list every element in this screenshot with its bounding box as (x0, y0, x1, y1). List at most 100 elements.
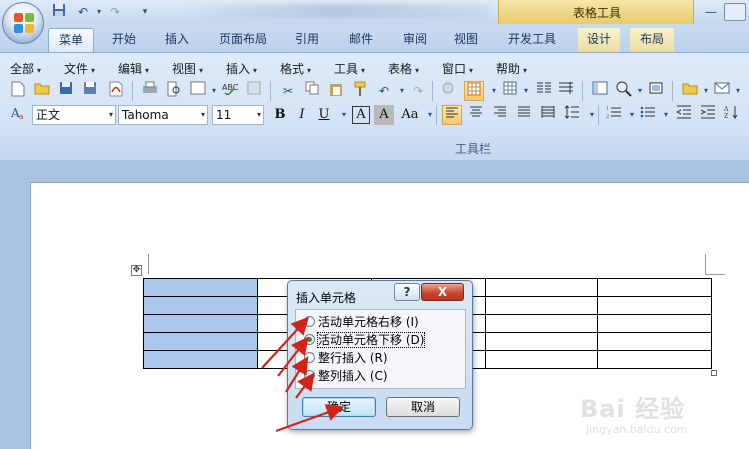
option-entire-column[interactable]: 整列插入 (C) (304, 368, 388, 385)
style-combo[interactable]: 正文 ▾ (32, 105, 116, 125)
dropdown-arrow-icon[interactable]: ▾ (728, 81, 748, 101)
table-cell[interactable] (143, 314, 258, 333)
radio-unchecked-icon[interactable] (304, 352, 315, 363)
justify-button[interactable] (514, 105, 534, 125)
table-cell[interactable] (143, 350, 258, 369)
paste-icon[interactable] (326, 81, 346, 101)
tab-view[interactable]: 视图 (446, 28, 486, 52)
print-icon[interactable] (140, 81, 160, 101)
customize-quick-access-icon[interactable]: ▾ (136, 3, 154, 21)
ok-button[interactable]: 确定 (302, 397, 376, 417)
columns-icon[interactable] (534, 81, 554, 101)
menu-window[interactable]: 窗口 ▾ (442, 60, 473, 78)
table-cell[interactable] (143, 278, 258, 297)
table-cell[interactable] (143, 332, 258, 351)
dropdown-arrow-icon[interactable]: ▾ (582, 105, 602, 125)
dropdown-arrow-icon[interactable]: ▾ (420, 105, 440, 125)
table-cell[interactable] (597, 332, 712, 351)
align-right-button[interactable] (490, 105, 510, 125)
sort-button[interactable]: AZ (722, 105, 742, 125)
table-cell[interactable] (143, 296, 258, 315)
undo-icon[interactable]: ↶ (374, 81, 394, 101)
line-spacing-button[interactable] (562, 105, 582, 125)
align-center-button[interactable] (466, 105, 486, 125)
tab-page-layout[interactable]: 页面布局 (212, 28, 274, 52)
new-document-icon[interactable] (8, 81, 28, 101)
office-button[interactable] (2, 2, 44, 44)
dropdown-arrow-icon[interactable]: ▾ (656, 105, 676, 125)
save-icon[interactable] (56, 81, 76, 101)
character-shading-button[interactable]: A (374, 105, 394, 125)
full-screen-icon[interactable] (646, 81, 666, 101)
hyperlink-icon[interactable] (440, 81, 460, 101)
tab-design[interactable]: 设计 (578, 28, 620, 52)
increase-indent-button[interactable] (698, 105, 718, 125)
save-as-icon[interactable] (80, 81, 100, 101)
table-cell[interactable] (597, 278, 712, 297)
research-icon[interactable] (244, 81, 264, 101)
redo-icon[interactable]: ↷ (408, 81, 428, 101)
tab-insert[interactable]: 插入 (157, 28, 197, 52)
dropdown-arrow-icon[interactable]: ▾ (334, 105, 354, 125)
numbering-button[interactable]: 12 (604, 105, 624, 125)
menu-insert[interactable]: 插入 ▾ (226, 60, 257, 78)
table-cell[interactable] (485, 278, 598, 297)
help-button[interactable]: ? (394, 283, 420, 301)
menu-tools[interactable]: 工具 ▾ (334, 60, 365, 78)
copy-icon[interactable] (302, 81, 322, 101)
character-border-button[interactable]: A (352, 106, 370, 124)
menu-all[interactable]: 全部 ▾ (10, 60, 41, 78)
menu-edit[interactable]: 编辑 ▾ (118, 60, 149, 78)
menu-format[interactable]: 格式 ▾ (280, 60, 311, 78)
radio-unchecked-icon[interactable] (304, 370, 315, 381)
radio-unchecked-icon[interactable] (304, 316, 315, 327)
option-shift-right[interactable]: 活动单元格右移 (I) (304, 314, 419, 331)
tab-menu[interactable]: 菜单 (48, 28, 94, 52)
tab-references[interactable]: 引用 (287, 28, 327, 52)
menu-help[interactable]: 帮助 ▾ (496, 60, 527, 78)
table-cell[interactable] (485, 296, 598, 315)
font-name-combo[interactable]: Tahoma ▾ (118, 105, 208, 125)
change-case-button[interactable]: Aa (398, 105, 422, 125)
menu-view[interactable]: 视图 ▾ (172, 60, 203, 78)
table-cell[interactable] (485, 314, 598, 333)
tab-developer[interactable]: 开发工具 (501, 28, 563, 52)
font-size-combo[interactable]: 11 ▾ (212, 105, 264, 125)
tab-mailings[interactable]: 邮件 (341, 28, 381, 52)
table-cell[interactable] (485, 332, 598, 351)
decrease-indent-button[interactable] (674, 105, 694, 125)
table-grid-icon[interactable] (464, 81, 484, 101)
save-icon[interactable] (50, 3, 68, 21)
table-move-handle-icon[interactable]: ✥ (131, 265, 142, 276)
pdf-icon[interactable] (106, 81, 126, 101)
minimize-icon[interactable]: — (700, 3, 722, 21)
redo-icon[interactable]: ↷ (106, 3, 124, 21)
table-cell[interactable] (597, 350, 712, 369)
table-cell[interactable] (597, 314, 712, 333)
tab-home[interactable]: 开始 (104, 28, 144, 52)
close-button[interactable]: X (421, 283, 464, 301)
cancel-button[interactable]: 取消 (386, 397, 460, 417)
table-cell[interactable] (485, 350, 598, 369)
styles-icon[interactable]: Aa (8, 105, 28, 125)
table-resize-handle[interactable] (711, 370, 717, 376)
dropdown-arrow-icon[interactable]: ▾ (516, 81, 536, 101)
document-map-icon[interactable] (590, 81, 610, 101)
menu-file[interactable]: 文件 ▾ (64, 60, 95, 78)
align-left-button[interactable] (442, 105, 462, 125)
radio-checked-icon[interactable] (304, 334, 315, 345)
bullets-button[interactable] (638, 105, 658, 125)
underline-button[interactable]: U (314, 105, 334, 125)
option-shift-down[interactable]: 活动单元格下移 (D) (304, 332, 426, 349)
italic-button[interactable]: I (292, 105, 312, 125)
tab-review[interactable]: 审阅 (395, 28, 435, 52)
restore-icon[interactable] (724, 3, 746, 21)
spelling-check-icon[interactable]: ABC (220, 81, 240, 101)
bold-button[interactable]: B (270, 105, 290, 125)
open-folder-icon[interactable] (32, 81, 52, 101)
print-preview-icon[interactable] (164, 81, 184, 101)
tab-layout[interactable]: 布局 (630, 28, 674, 52)
format-painter-icon[interactable] (350, 81, 370, 101)
distributed-button[interactable] (538, 105, 558, 125)
paragraph-marks-icon[interactable] (556, 81, 576, 101)
